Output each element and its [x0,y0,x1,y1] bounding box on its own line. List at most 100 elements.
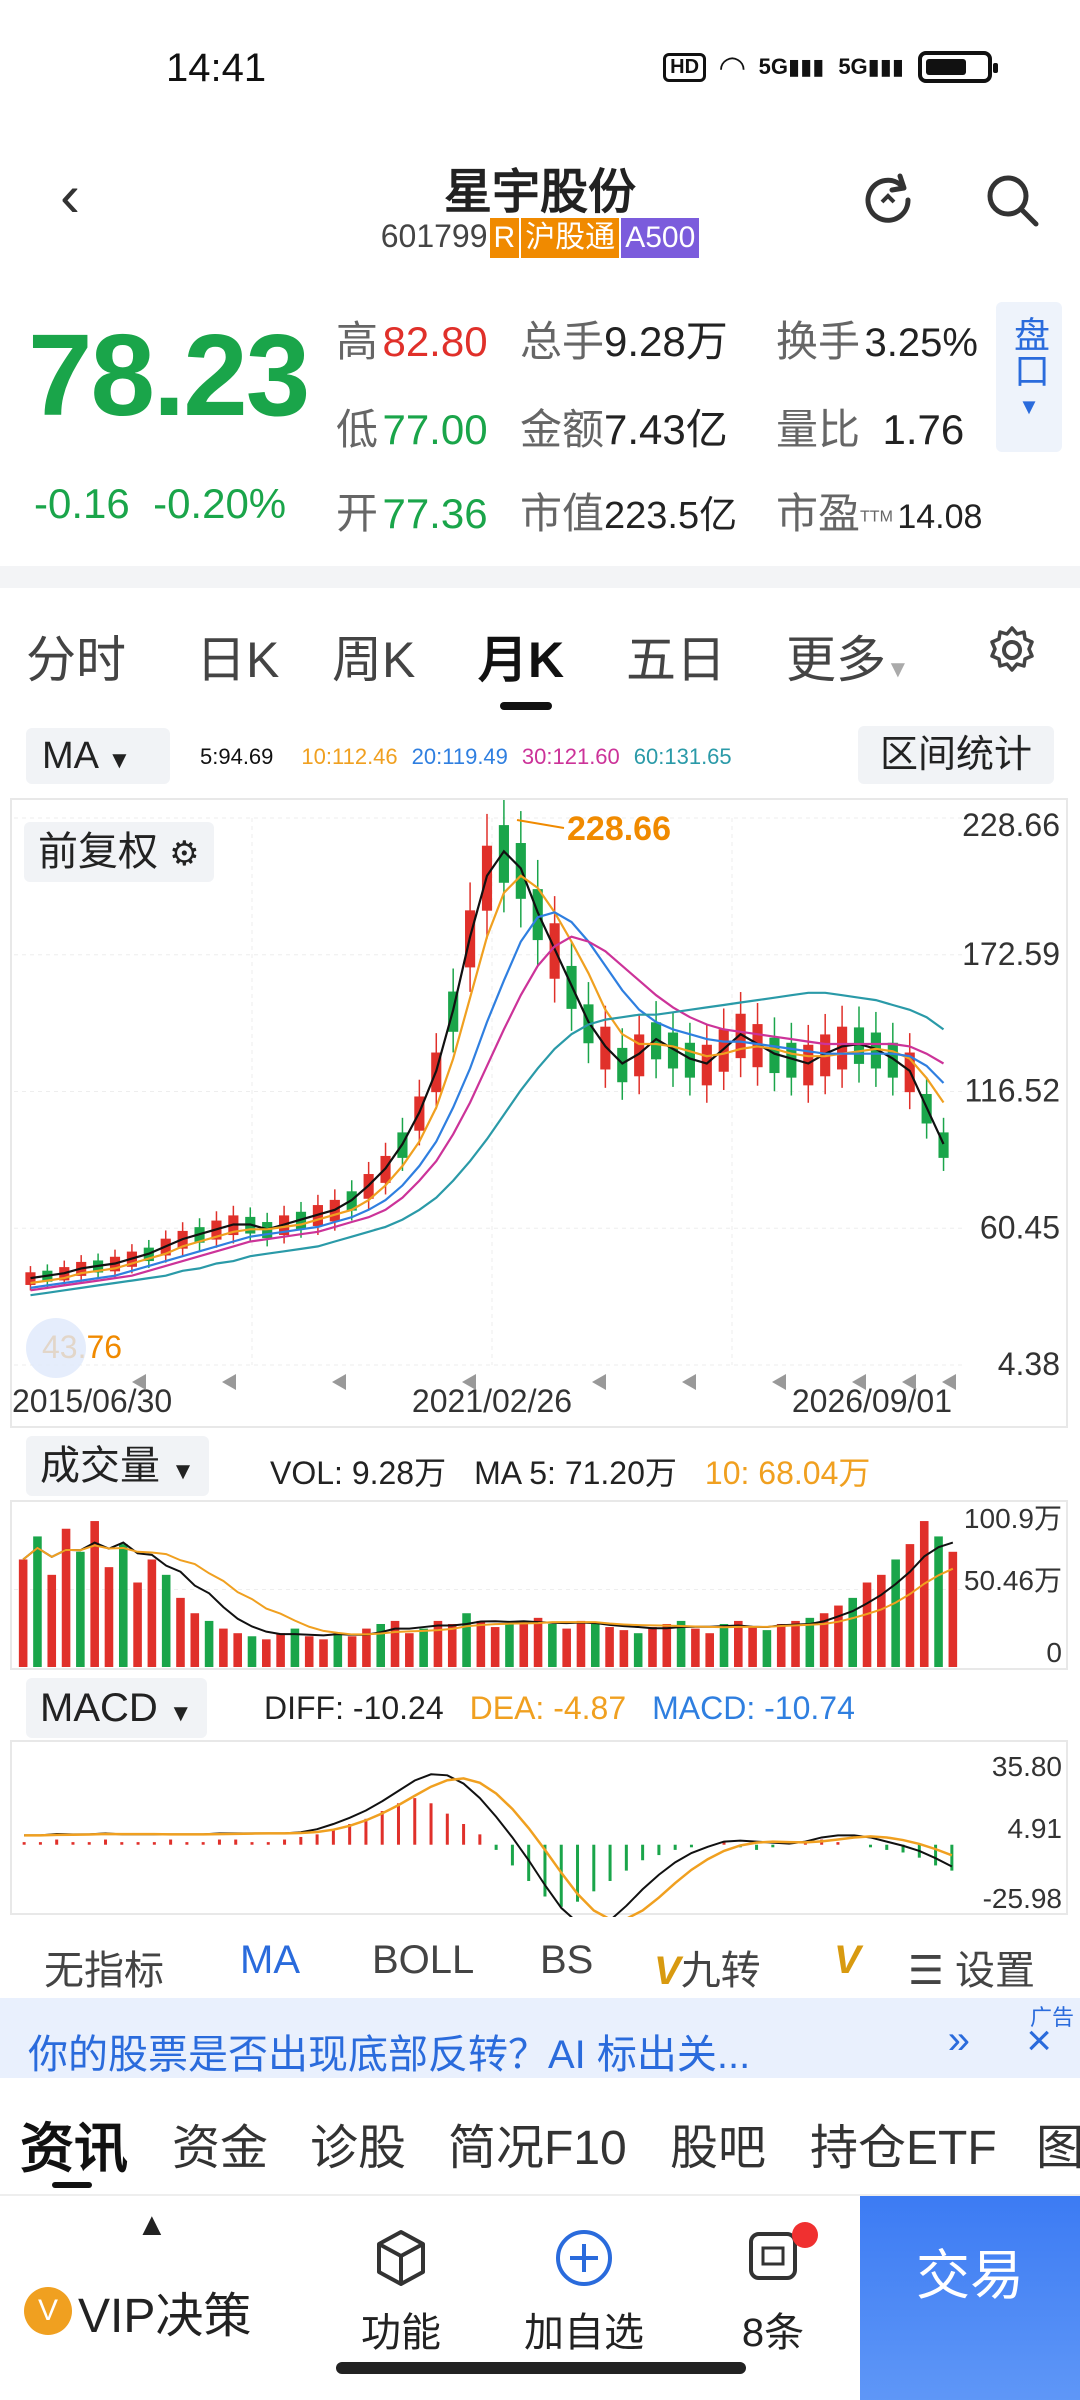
macd-header: MACD ▼ DIFF: -10.24 DEA: -4.87 MACD: -10… [0,1674,1080,1738]
volume-bar [519,1620,529,1667]
volume-svg: 100.9万 50.46万 0 [14,1503,1062,1668]
volume-bar [276,1633,285,1667]
macd-value: MACD: -10.74 [652,1690,855,1726]
caret-down-icon: ▼ [886,656,910,683]
info-tabs: 资讯 资金 诊股 简况F10 股吧 持仓ETF 图 [0,2082,1080,2192]
pe-field: 市盈TTM 14.08 [776,490,983,537]
high-field: 高 82.80 [336,318,488,365]
range-stats-button[interactable]: 区间统计 [858,726,1054,784]
diff-value: DIFF: -10.24 [264,1690,444,1726]
vip-diamond-icon: V [24,2287,72,2335]
tab-more[interactable]: 更多▼ [786,620,910,692]
volume-bar [891,1559,900,1667]
ind-ma[interactable]: MA [240,1938,300,1983]
volume-bar [919,1521,929,1667]
itab-funds[interactable]: 资金 [172,2108,268,2178]
current-price: 78.23 [28,310,310,440]
settings-icon[interactable] [986,624,1038,688]
ma-legend-bar: MA ▼ 5:94.69 10:112.46 20:119.49 30:121.… [0,722,1080,788]
volume-bar [319,1639,328,1667]
low-field: 低 77.00 [336,406,488,453]
volume-bar [419,1628,428,1667]
kline-chart[interactable]: 228.66 172.59 116.52 60.45 4.38 2015/06/30 202… [10,792,1068,1428]
caret-down-icon: ▼ [107,747,132,774]
turnover-field: 换手 3.25% [776,318,978,365]
volume-bar [476,1620,486,1667]
ind-boll[interactable]: BOLL [372,1938,474,1983]
itab-news[interactable]: 资讯 [20,2104,128,2183]
volume-bar [862,1582,872,1667]
ma-dropdown[interactable]: MA ▼ [26,728,170,784]
add-watchlist-button[interactable]: 加自选 [514,2226,654,2358]
volume-bar [877,1574,886,1667]
tab-day-k[interactable]: 日K [196,620,279,692]
refresh-icon[interactable] [856,168,920,232]
ad-banner[interactable]: 你的股票是否出现底部反转？AI 标出关... » × 广告 [0,1998,1080,2078]
dea-value: DEA: -4.87 [469,1690,627,1726]
volume-bar [405,1633,414,1667]
itab-etf[interactable]: 持仓ETF [810,2108,997,2178]
period-tabs: 分时 日K 周K 月K 五日 更多▼ [0,590,1080,710]
itab-f10[interactable]: 简况F10 [448,2108,627,2178]
tab-five-day[interactable]: 五日 [626,620,726,692]
ma5-value: 5:94.69 [200,744,274,769]
ad-tag: 广告 [1029,2005,1074,2030]
trade-button[interactable]: 交易 [860,2196,1080,2400]
home-indicator [336,2362,746,2374]
ind-v-more[interactable]: V [834,1938,894,1983]
ind-settings[interactable]: ☰ 设置 [908,1938,1035,1996]
vip-button[interactable]: V VIP决策 [24,2276,251,2346]
ind-bs[interactable]: BS [540,1938,593,1983]
pankou-button[interactable]: 盘口 ▼ [996,302,1062,452]
itab-chart[interactable]: 图 [1036,2108,1080,2178]
divider [0,566,1080,588]
volume-bar [719,1623,729,1667]
scroll-back-icon [26,1318,86,1378]
max-price-label: 228.66 [567,810,671,848]
kline-svg: 228.66 172.59 116.52 60.45 4.38 2015/06/30 202… [12,792,1060,1419]
volume-legend: VOL: 9.28万 MA 5: 71.20万 10: 68.04万 [270,1448,870,1494]
volume-bar [576,1620,586,1667]
volume-bar [490,1627,500,1667]
macd-dropdown[interactable]: MACD ▼ [26,1678,207,1738]
tag-hk-connect: 沪股通 [521,218,620,258]
itab-diagnosis[interactable]: 诊股 [310,2108,406,2178]
stock-code: 601799 [380,218,488,254]
volume-bar [447,1623,457,1667]
macd-svg: 35.80 4.91 -25.98 [22,1751,1063,1928]
volume-bar [791,1620,800,1667]
ind-none[interactable]: 无指标 [44,1938,164,1996]
macd-chart[interactable]: 35.80 4.91 -25.98 [10,1740,1068,1928]
amount-field: 金额7.43亿 [520,406,728,453]
fuquan-button[interactable]: 前复权 ⚙ [24,822,214,882]
ad-more-icon[interactable]: » [948,2018,970,2063]
volume-bar [633,1633,643,1667]
search-icon[interactable] [980,168,1044,232]
expand-up-icon[interactable]: ▲ [136,2206,168,2243]
volume-bar [562,1628,571,1667]
dea-line [24,1777,953,1921]
tab-week-k[interactable]: 周K [332,620,415,692]
macd-y-label: 4.91 [1008,1813,1063,1844]
ma-line-30 [30,935,945,1292]
x-tick-label: 2026/09/01 [792,1383,952,1419]
hd-icon: HD [663,52,707,82]
volume-bar [776,1623,786,1667]
volume-bar [233,1633,242,1667]
sliders-icon: ☰ [908,1949,944,1993]
volume-dropdown[interactable]: 成交量 ▼ [26,1436,209,1496]
volume-bar [462,1613,471,1667]
volume-y-label: 50.46万 [964,1565,1062,1596]
volume-chart[interactable]: 100.9万 50.46万 0 [10,1500,1068,1670]
volume-header: 成交量 ▼ VOL: 9.28万 MA 5: 71.20万 10: 68.04万 [0,1432,1080,1496]
ask-button[interactable]: 8条 [718,2222,828,2358]
function-button[interactable]: 功能 [346,2226,456,2358]
ind-jiuzhuan[interactable]: V九转 [654,1938,761,1996]
gear-icon: ⚙ [169,835,200,873]
tab-month-k[interactable]: 月K [478,620,564,692]
y-tick-label: 4.38 [998,1346,1060,1382]
volume-field: 总手9.28万 [520,318,728,365]
volume-bar [619,1630,629,1667]
itab-forum[interactable]: 股吧 [670,2108,766,2178]
tab-intraday[interactable]: 分时 [26,620,126,692]
